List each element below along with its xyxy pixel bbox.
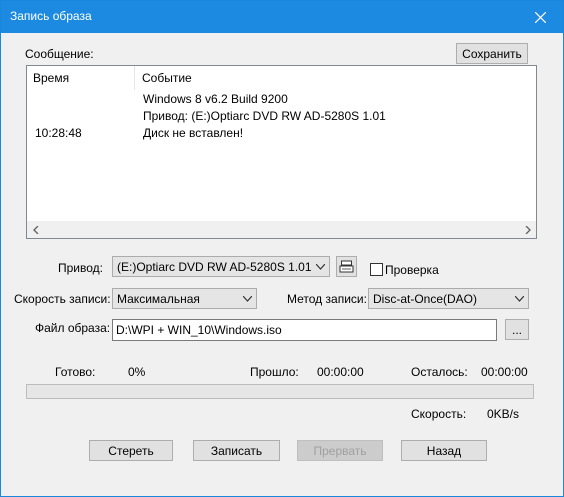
- log-list[interactable]: Время Событие Windows 8 v6.2 Build 9200 …: [26, 65, 537, 239]
- log-section-label: Сообщение:: [25, 47, 94, 61]
- log-row[interactable]: 10:28:48 Диск не вставлен!: [27, 125, 536, 141]
- write-speed-label: Скорость записи:: [14, 292, 111, 306]
- speed-label: Скорость:: [411, 407, 467, 421]
- chevron-right-icon: [525, 225, 531, 234]
- log-row[interactable]: Windows 8 v6.2 Build 9200: [27, 91, 536, 107]
- erase-button[interactable]: Стереть: [89, 440, 173, 461]
- chevron-down-icon: [312, 257, 329, 276]
- write-speed-select[interactable]: Максимальная: [112, 288, 257, 309]
- ready-label: Готово:: [55, 365, 96, 379]
- back-button[interactable]: Назад: [401, 440, 487, 461]
- chevron-down-icon: [239, 289, 256, 308]
- drive-select[interactable]: (E:)Optiarc DVD RW AD-5280S 1.01: [112, 256, 330, 277]
- image-file-label: Файл образа:: [35, 321, 111, 335]
- close-icon: [534, 11, 546, 23]
- window-title: Запись образа: [10, 9, 92, 23]
- write-speed-value: Максимальная: [117, 292, 200, 306]
- scroll-left-button[interactable]: [27, 221, 44, 238]
- ready-value: 0%: [128, 365, 146, 379]
- verify-label[interactable]: Проверка: [385, 263, 439, 277]
- write-button[interactable]: Записать: [193, 440, 280, 461]
- write-progress-bar: [26, 384, 534, 399]
- speed-value: 0KB/s: [487, 407, 520, 421]
- elapsed-value: 00:00:00: [317, 365, 364, 379]
- column-header-time[interactable]: Время: [27, 66, 134, 90]
- log-list-header: Время Событие: [27, 66, 536, 90]
- save-log-button[interactable]: Сохранить: [456, 43, 528, 64]
- chevron-down-icon: [511, 289, 528, 308]
- log-row[interactable]: Привод: (E:)Optiarc DVD RW AD-5280S 1.01: [27, 108, 536, 124]
- remaining-label: Осталось:: [411, 365, 468, 379]
- log-row-event: Привод: (E:)Optiarc DVD RW AD-5280S 1.01: [143, 109, 386, 123]
- elapsed-label: Прошло:: [250, 365, 299, 379]
- scroll-right-button[interactable]: [519, 221, 536, 238]
- log-horizontal-scrollbar[interactable]: [27, 221, 536, 238]
- log-row-time: 10:28:48: [35, 126, 82, 140]
- eject-drive-button[interactable]: [336, 256, 357, 277]
- column-header-event[interactable]: Событие: [134, 66, 534, 90]
- drive-label: Привод:: [58, 261, 103, 275]
- browse-image-button[interactable]: ...: [505, 319, 529, 340]
- remaining-value: 00:00:00: [481, 365, 528, 379]
- burn-image-window: Запись образа Сообщение: Сохранить Время…: [0, 0, 564, 497]
- image-file-input[interactable]: D:\WPI + WIN_10\Windows.iso: [112, 319, 497, 341]
- log-row-event: Windows 8 v6.2 Build 9200: [143, 92, 288, 106]
- verify-checkbox[interactable]: [370, 263, 383, 276]
- chevron-left-icon: [32, 225, 38, 234]
- write-method-select[interactable]: Disc-at-Once(DAO): [368, 288, 529, 309]
- drive-tray-icon: [339, 260, 354, 273]
- write-method-value: Disc-at-Once(DAO): [373, 292, 478, 306]
- log-row-event: Диск не вставлен!: [143, 126, 244, 140]
- title-bar[interactable]: Запись образа: [1, 1, 563, 33]
- drive-select-value: (E:)Optiarc DVD RW AD-5280S 1.01: [117, 260, 312, 274]
- write-method-label: Метод записи:: [287, 292, 367, 306]
- abort-button[interactable]: Прервать: [297, 440, 383, 461]
- close-button[interactable]: [517, 1, 563, 33]
